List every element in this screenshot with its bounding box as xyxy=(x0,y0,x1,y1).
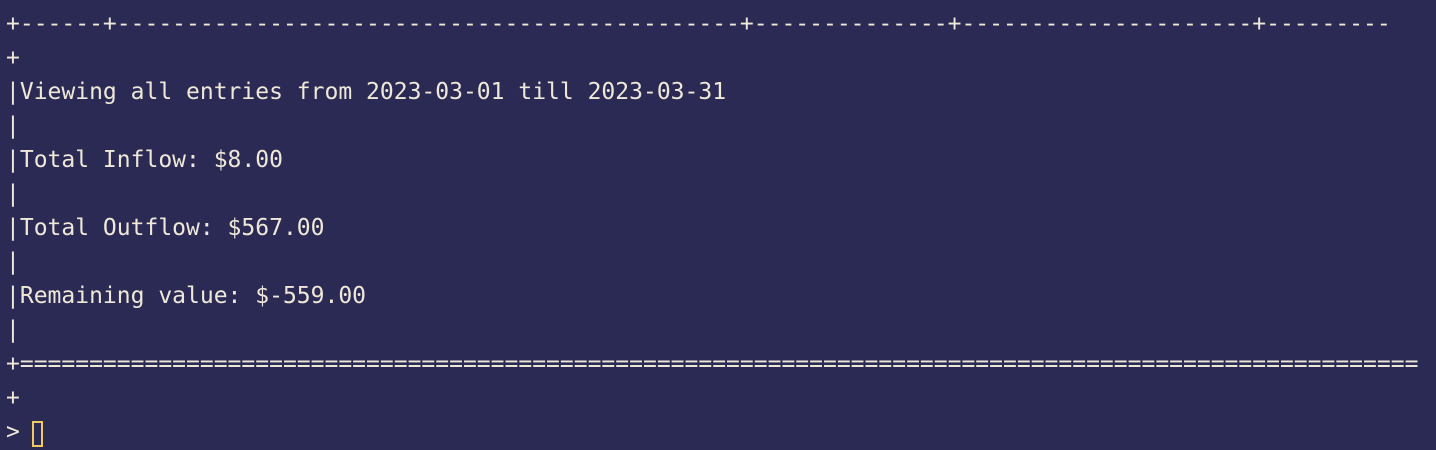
row-separator: | xyxy=(6,249,20,275)
command-prompt[interactable]: > xyxy=(6,415,1436,449)
table-bottom-border: +=======================================… xyxy=(6,351,1419,377)
table-border-wrap: + xyxy=(6,45,20,71)
row-separator: | xyxy=(6,317,20,343)
terminal-window[interactable]: +------+--------------------------------… xyxy=(0,0,1436,450)
row-separator: | xyxy=(6,113,20,139)
viewing-range-row: |Viewing all entries from 2023-03-01 til… xyxy=(6,79,727,105)
total-outflow-row: |Total Outflow: $567.00 xyxy=(6,215,325,241)
table-border-wrap: + xyxy=(6,385,20,411)
remaining-value-row: |Remaining value: $-559.00 xyxy=(6,283,367,309)
table-top-border: +------+--------------------------------… xyxy=(6,11,1391,37)
text-cursor[interactable] xyxy=(31,420,43,447)
prompt-symbol: > xyxy=(6,419,20,445)
row-separator: | xyxy=(6,181,20,207)
total-inflow-row: |Total Inflow: $8.00 xyxy=(6,147,283,173)
